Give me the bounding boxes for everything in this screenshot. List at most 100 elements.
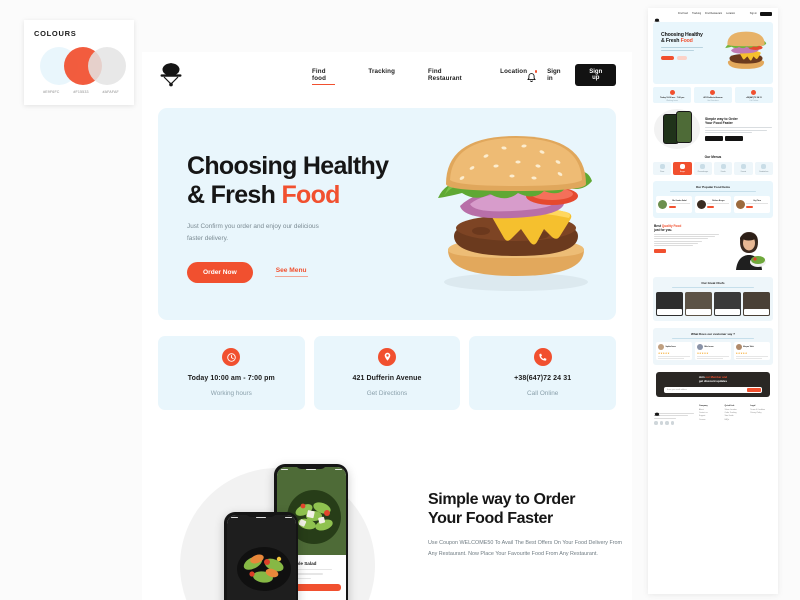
- preview-footer-link[interactable]: Privacy Policy: [750, 412, 772, 414]
- preview-quality-cta-button[interactable]: [654, 248, 666, 253]
- twitter-icon[interactable]: [659, 421, 663, 425]
- preview-info-card-directions[interactable]: 421 Dufferin Avenue Get Directions: [693, 87, 733, 103]
- instagram-icon[interactable]: [665, 421, 669, 425]
- facebook-icon[interactable]: [654, 421, 658, 425]
- info-card-subtitle: Get Directions: [366, 390, 408, 397]
- preview-footer-link[interactable]: Terms & Condition: [750, 409, 772, 411]
- phone-mockups: Vegetable Salad: [224, 464, 384, 600]
- preview-footer-column-company: Company About Contact us Support Careers: [699, 405, 721, 425]
- preview-location-pin-icon: [710, 89, 716, 95]
- preview-chef-card[interactable]: [685, 291, 712, 316]
- preview-rating-stars: ★★★★★: [696, 351, 709, 355]
- nav-link-find-restaurant[interactable]: Find Restaurant: [428, 68, 467, 82]
- preview-footer-link[interactable]: Contact us: [699, 412, 721, 414]
- preview-chef-card[interactable]: [656, 291, 683, 316]
- preview-popular-subline: [670, 191, 756, 192]
- preview-chef-card[interactable]: [714, 291, 741, 316]
- nav-link-location[interactable]: Location: [500, 68, 527, 82]
- hero-copy: Choosing Healthy & Fresh Food Just Confi…: [187, 152, 427, 283]
- preview-quality-section: Best Quality Food just for you.: [654, 224, 772, 270]
- preview-food-item[interactable]: Bio Garden Salad: [656, 195, 693, 213]
- preview-chef-name: [657, 308, 682, 315]
- preview-text-line: [705, 129, 767, 131]
- preview-category-burger[interactable]: Burger: [673, 162, 692, 175]
- preview-testimonial-card[interactable]: Maryam Taleb ★★★★★: [733, 342, 770, 361]
- nav-link-tracking[interactable]: Tracking: [368, 68, 395, 82]
- youtube-icon[interactable]: [670, 421, 674, 425]
- info-card-directions[interactable]: 421 Dufferin Avenue Get Directions: [313, 336, 461, 410]
- avatar: [696, 344, 703, 351]
- notification-bell-icon[interactable]: [527, 70, 538, 82]
- preview-footer-link[interactable]: Careers: [699, 419, 721, 421]
- preview-see-menu-button[interactable]: [677, 55, 687, 60]
- preview-footer-link[interactable]: FAQs: [725, 419, 747, 421]
- colour-hex-grey: #AFAFAF: [102, 90, 119, 94]
- preview-food-order-button[interactable]: [707, 205, 715, 209]
- preview-sign-up-button[interactable]: [760, 11, 772, 16]
- preview-food-item[interactable]: Veg Pizza: [733, 195, 770, 213]
- preview-food-thumb: [658, 199, 667, 209]
- preview-social-links: [654, 421, 694, 425]
- preview-food-item[interactable]: Chicken Burger: [694, 195, 732, 213]
- desktop-mockup: Find food Tracking Find Restaurant Locat…: [142, 52, 632, 600]
- preview-info-card-working-hours[interactable]: Today 10:00 am - 7:00 pm Working hours: [653, 87, 692, 103]
- preview-category-row: Pizza Burger Cheeseburger Drinks Donuts …: [653, 162, 773, 175]
- preview-phone-mockups: [654, 109, 700, 149]
- phone-icon: [533, 348, 552, 366]
- info-card-working-hours[interactable]: Today 10:00 am - 7:00 pm Working hours: [158, 336, 305, 410]
- preview-text-line: [705, 132, 752, 133]
- colours-panel: COLOURS #E9F6FC #F15533 #AFAFAF: [24, 20, 134, 105]
- preview-footer-link[interactable]: Size Guide: [725, 415, 747, 417]
- preview-nav-find-restaurant[interactable]: Find Restaurant: [705, 12, 722, 15]
- status-battery: [284, 516, 292, 519]
- preview-menus-section: Our Menus: [648, 155, 778, 159]
- header-actions: Sign in Sign up: [527, 64, 616, 86]
- preview-footer-link[interactable]: About: [699, 409, 721, 411]
- preview-category-pizza[interactable]: Pizza: [653, 162, 672, 175]
- preview-category-cheeseburger[interactable]: Cheeseburger: [693, 162, 712, 175]
- hero-title-line1: Choosing Healthy: [187, 152, 389, 180]
- sign-up-button[interactable]: Sign up: [575, 64, 616, 86]
- preview-chef-card[interactable]: [743, 291, 770, 316]
- preview-info-card-call[interactable]: +38(647)72 24 31 Call Online: [734, 87, 773, 103]
- preview-nav-location[interactable]: Location: [726, 12, 735, 15]
- preview-testimonial-card[interactable]: Mike Larson ★★★★★: [694, 342, 732, 361]
- info-card-call[interactable]: +38(647)72 24 31 Call Online: [469, 336, 617, 410]
- colour-hex-light-blue: #E9F6FC: [43, 90, 60, 94]
- see-menu-link[interactable]: See Menu: [274, 267, 308, 278]
- preview-footer-link[interactable]: Share Location: [725, 409, 747, 411]
- preview-order-now-button[interactable]: [661, 55, 674, 60]
- preview-testimonial-card[interactable]: Sophia Jones ★★★★★: [656, 342, 693, 361]
- hero-title-plain: & Fresh: [187, 181, 282, 209]
- preview-app-store-badge[interactable]: [705, 135, 723, 141]
- info-card-title: +38(647)72 24 31: [514, 375, 572, 382]
- preview-google-play-badge[interactable]: [725, 135, 743, 141]
- preview-footer-link[interactable]: Order Tracking: [725, 412, 747, 414]
- preview-food-order-button[interactable]: [746, 205, 754, 209]
- hero-title: Choosing Healthy & Fresh Food: [187, 152, 427, 210]
- preview-email-input[interactable]: Enter your email address: [665, 388, 747, 392]
- order-now-button[interactable]: Order Now: [187, 261, 253, 283]
- preview-footer: Company About Contact us Support Careers…: [648, 405, 778, 425]
- preview-testimonials-section: What Does our customer say ? Sophia Jone…: [653, 327, 773, 366]
- preview-newsletter-submit-button[interactable]: [747, 387, 761, 392]
- preview-footer-link[interactable]: Support: [699, 415, 721, 417]
- notification-dot: [534, 70, 538, 73]
- primary-nav: Find food Tracking Find Restaurant Locat…: [312, 68, 527, 85]
- preview-food-order-button[interactable]: [668, 205, 676, 209]
- preview-category-donuts[interactable]: Donuts: [734, 162, 753, 175]
- sign-in-link[interactable]: Sign in: [547, 68, 564, 82]
- food-dome-icon[interactable]: [158, 63, 184, 87]
- preview-food-thumb: [696, 199, 706, 209]
- info-card-subtitle: Call Online: [527, 390, 559, 397]
- preview-category-sandwiches[interactable]: Sandwiches: [754, 162, 773, 175]
- preview-chef-name: [744, 308, 769, 315]
- preview-category-drinks[interactable]: Drinks: [713, 162, 733, 175]
- preview-nav-tracking[interactable]: Tracking: [692, 12, 701, 15]
- preview-text-line: [705, 127, 772, 128]
- preview-sign-in[interactable]: Sign in: [750, 12, 757, 15]
- colour-swatch-labels: #E9F6FC #F15533 #AFAFAF: [34, 90, 124, 94]
- nav-link-find-food[interactable]: Find food: [312, 68, 336, 85]
- preview-testimonial-cards: Sophia Jones ★★★★★ Mike Larson ★★★★★ Mar…: [656, 342, 770, 361]
- preview-nav-find-food[interactable]: Find food: [678, 12, 688, 15]
